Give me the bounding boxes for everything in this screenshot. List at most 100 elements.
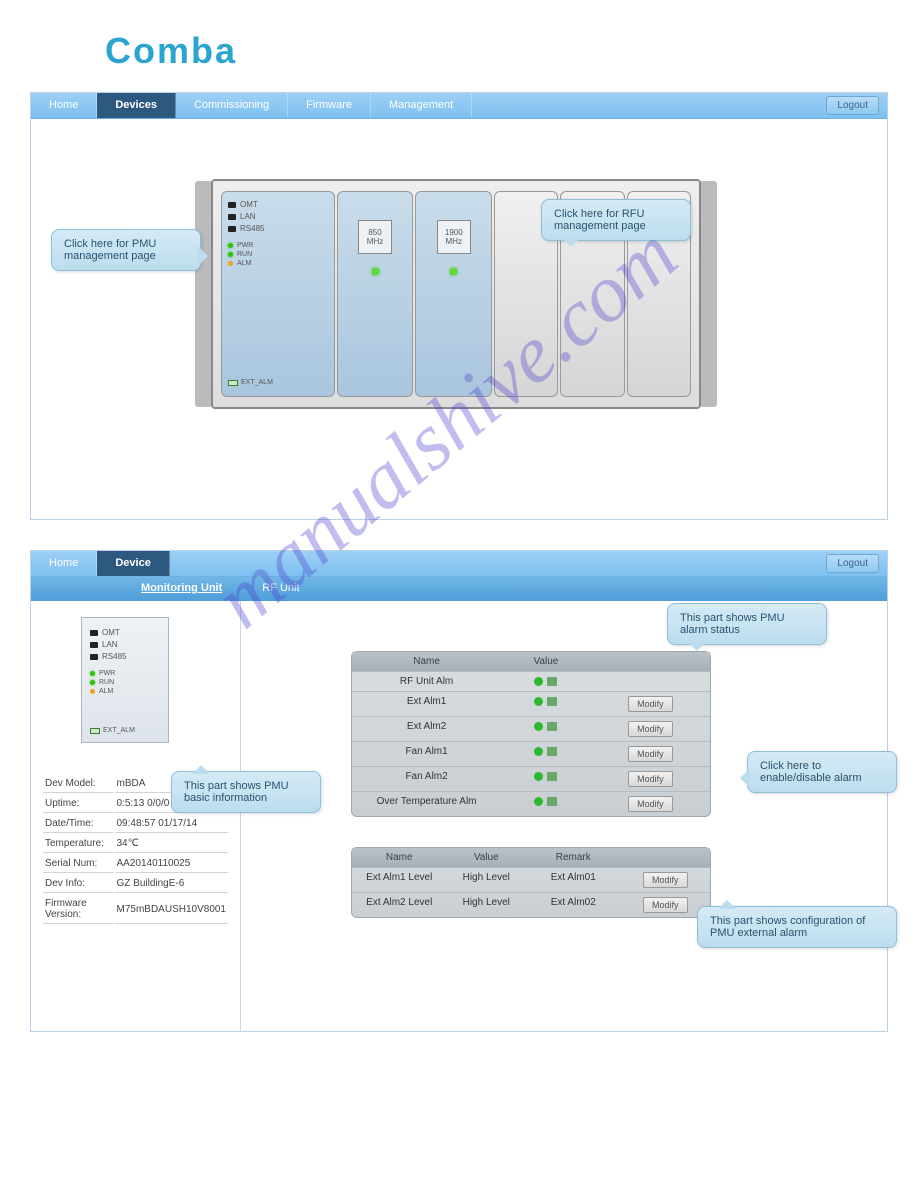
port-icon [228,202,236,208]
port-label: OMT [102,628,120,637]
port-icon [90,654,98,660]
port-icon [90,642,98,648]
nav-home[interactable]: Home [31,93,97,118]
cfg-row: Ext Alm1 Level High Level Ext Alm01 Modi… [352,867,710,892]
top-nav: Home Devices Commissioning Firmware Mana… [31,93,887,119]
status-dot-icon [534,697,543,706]
led-icon [90,689,95,694]
alarm-row: Fan Alm2 Modify [352,766,710,791]
info-row: Dev Info:GZ BuildingE-6 [43,875,228,893]
freq-box: 1900MHz [437,220,471,254]
led-icon [228,243,233,248]
panel-monitoring: Home Device Logout Monitoring Unit RF Un… [30,550,888,1032]
modify-button[interactable]: Modify [628,771,673,787]
subnav-rfunit[interactable]: RF Unit [242,577,319,601]
port-label: RS485 [102,652,126,661]
led-label: RUN [237,251,252,258]
callout-rfu: Click here for RFU management page [541,199,691,241]
rf-led-icon [450,268,457,275]
port-label: RS485 [240,224,264,233]
port-label: OMT [240,200,258,209]
alarm-row: Ext Alm1 Modify [352,691,710,716]
status-sq-icon [547,747,557,756]
port-label: LAN [240,212,256,221]
pmu-slot[interactable]: OMT LAN RS485 PWR RUN ALM EXT_ALM [221,191,335,397]
info-row: Serial Num:AA20140110025 [43,855,228,873]
col-value: Value [501,652,591,671]
nav-commissioning[interactable]: Commissioning [176,93,288,118]
subnav-monitoring[interactable]: Monitoring Unit [121,577,242,601]
info-row: Firmware Version:M75mBDAUSH10V8001 [43,895,228,924]
port-label: LAN [102,640,118,649]
nav-management[interactable]: Management [371,93,472,118]
right-column: This part shows PMU alarm status Click h… [241,601,887,1031]
callout-alarm-status: This part shows PMU alarm status [667,603,827,645]
status-dot-icon [534,747,543,756]
status-dot-icon [534,722,543,731]
col-name: Name [352,848,446,867]
callout-enable-alarm: Click here to enable/disable alarm [747,751,897,793]
logout-button-2[interactable]: Logout [826,554,879,573]
led-icon [90,680,95,685]
alarm-row: Ext Alm2 Modify [352,716,710,741]
col-value: Value [446,848,526,867]
rf-slot-1900[interactable]: 1900MHz [415,191,492,397]
status-dot-icon [534,797,543,806]
modify-button[interactable]: Modify [643,872,688,888]
led-label: PWR [237,242,253,249]
brand-logo: Comba [105,30,888,72]
modify-button[interactable]: Modify [628,721,673,737]
nav-firmware[interactable]: Firmware [288,93,371,118]
top-nav-2: Home Device Logout [31,551,887,577]
nav-device-2[interactable]: Device [97,551,169,576]
info-row: Temperature:34℃ [43,835,228,853]
panel-devices: Home Devices Commissioning Firmware Mana… [30,92,888,520]
led-icon [228,252,233,257]
logout-button[interactable]: Logout [826,96,879,115]
rf-slot-850[interactable]: 850MHz [337,191,414,397]
extalm-label: EXT_ALM [103,727,135,734]
alarm-status-panel: Name Value RF Unit Alm Ext Alm1 Modify [351,651,711,817]
status-sq-icon [547,722,557,731]
cfg-row: Ext Alm2 Level High Level Ext Alm02 Modi… [352,892,710,917]
status-dot-icon [534,772,543,781]
callout-basic: This part shows PMU basic information [171,771,321,813]
port-icon [228,214,236,220]
led-label: ALM [237,260,251,267]
status-sq-icon [547,797,557,806]
extalm-icon [90,728,100,734]
callout-cfg: This part shows configuration of PMU ext… [697,906,897,948]
modify-button[interactable]: Modify [628,696,673,712]
alarm-row: RF Unit Alm [352,671,710,691]
left-column: OMT LAN RS485 PWR RUN ALM EXT_ALM This p… [31,601,241,1031]
modify-button[interactable]: Modify [628,746,673,762]
led-icon [90,671,95,676]
port-icon [90,630,98,636]
port-icon [228,226,236,232]
freq-box: 850MHz [358,220,392,254]
led-label: PWR [99,670,115,677]
status-sq-icon [547,772,557,781]
col-name: Name [352,652,501,671]
alarm-config-panel: Name Value Remark Ext Alm1 Level High Le… [351,847,711,918]
modify-button[interactable]: Modify [643,897,688,913]
alarm-row: Fan Alm1 Modify [352,741,710,766]
nav-devices[interactable]: Devices [97,93,176,118]
col-remark: Remark [526,848,620,867]
led-label: RUN [99,679,114,686]
extalm-icon [228,380,238,386]
extalm-label: EXT_ALM [241,379,273,386]
info-row: Date/Time:09:48:57 01/17/14 [43,815,228,833]
led-icon [228,261,233,266]
rf-led-icon [372,268,379,275]
callout-pmu: Click here for PMU management page [51,229,201,271]
nav-home-2[interactable]: Home [31,551,97,576]
alarm-row: Over Temperature Alm Modify [352,791,710,816]
led-label: ALM [99,688,113,695]
status-sq-icon [547,697,557,706]
modify-button[interactable]: Modify [628,796,673,812]
sub-nav: Monitoring Unit RF Unit [31,577,887,601]
status-dot-icon [534,677,543,686]
status-sq-icon [547,677,557,686]
pmu-card: OMT LAN RS485 PWR RUN ALM EXT_ALM [81,617,169,743]
